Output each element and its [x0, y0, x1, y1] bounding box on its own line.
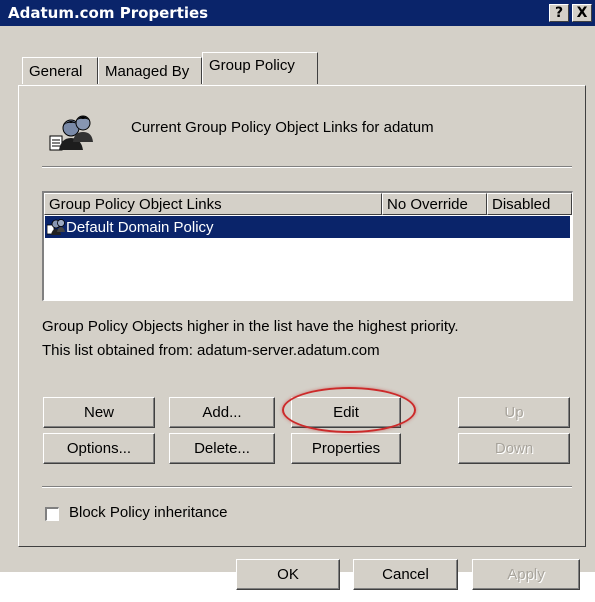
close-button[interactable]: X — [572, 4, 592, 22]
gpo-icon — [47, 219, 65, 235]
window-title: Adatum.com Properties — [8, 4, 209, 22]
options-button[interactable]: Options... — [43, 433, 155, 464]
tab-general-label: General — [29, 63, 83, 80]
properties-button[interactable]: Properties — [291, 433, 401, 464]
list-header: Group Policy Object Links No Override Di… — [44, 193, 572, 215]
properties-dialog: Adatum.com Properties ? X General Manage… — [0, 0, 595, 590]
column-header-gpo-links[interactable]: Group Policy Object Links — [44, 193, 382, 215]
options-divider — [42, 486, 572, 488]
tab-managed-by-label: Managed By — [105, 63, 190, 80]
tab-group-policy-label: Group Policy — [209, 57, 295, 74]
delete-button[interactable]: Delete... — [169, 433, 275, 464]
ok-button[interactable]: OK — [236, 559, 340, 590]
apply-button[interactable]: Apply — [472, 559, 580, 590]
down-button[interactable]: Down — [458, 433, 570, 464]
header-text: Current Group Policy Object Links for ad… — [131, 119, 434, 136]
group-policy-panel: Current Group Policy Object Links for ad… — [18, 85, 586, 547]
tab-general[interactable]: General — [22, 57, 98, 84]
new-button[interactable]: New — [43, 397, 155, 428]
block-inheritance-checkbox[interactable] — [45, 507, 59, 521]
add-button[interactable]: Add... — [169, 397, 275, 428]
edit-button[interactable]: Edit — [291, 397, 401, 428]
up-button[interactable]: Up — [458, 397, 570, 428]
source-line: This list obtained from: adatum-server.a… — [42, 342, 380, 359]
header-divider — [42, 166, 572, 168]
gpo-name: Default Domain Policy — [66, 218, 214, 236]
block-inheritance-label[interactable]: Block Policy inheritance — [69, 504, 227, 521]
gpo-links-list[interactable]: Group Policy Object Links No Override Di… — [42, 191, 573, 301]
cancel-button[interactable]: Cancel — [353, 559, 458, 590]
group-users-icon — [49, 115, 93, 151]
list-item[interactable]: Default Domain Policy — [45, 216, 570, 238]
column-header-disabled[interactable]: Disabled — [487, 193, 572, 215]
column-header-no-override[interactable]: No Override — [382, 193, 487, 215]
tab-managed-by[interactable]: Managed By — [98, 57, 202, 84]
help-button[interactable]: ? — [549, 4, 569, 22]
tab-group-policy[interactable]: Group Policy — [202, 52, 318, 84]
title-bar[interactable]: Adatum.com Properties ? X — [0, 0, 595, 26]
priority-note: Group Policy Objects higher in the list … — [42, 318, 459, 335]
